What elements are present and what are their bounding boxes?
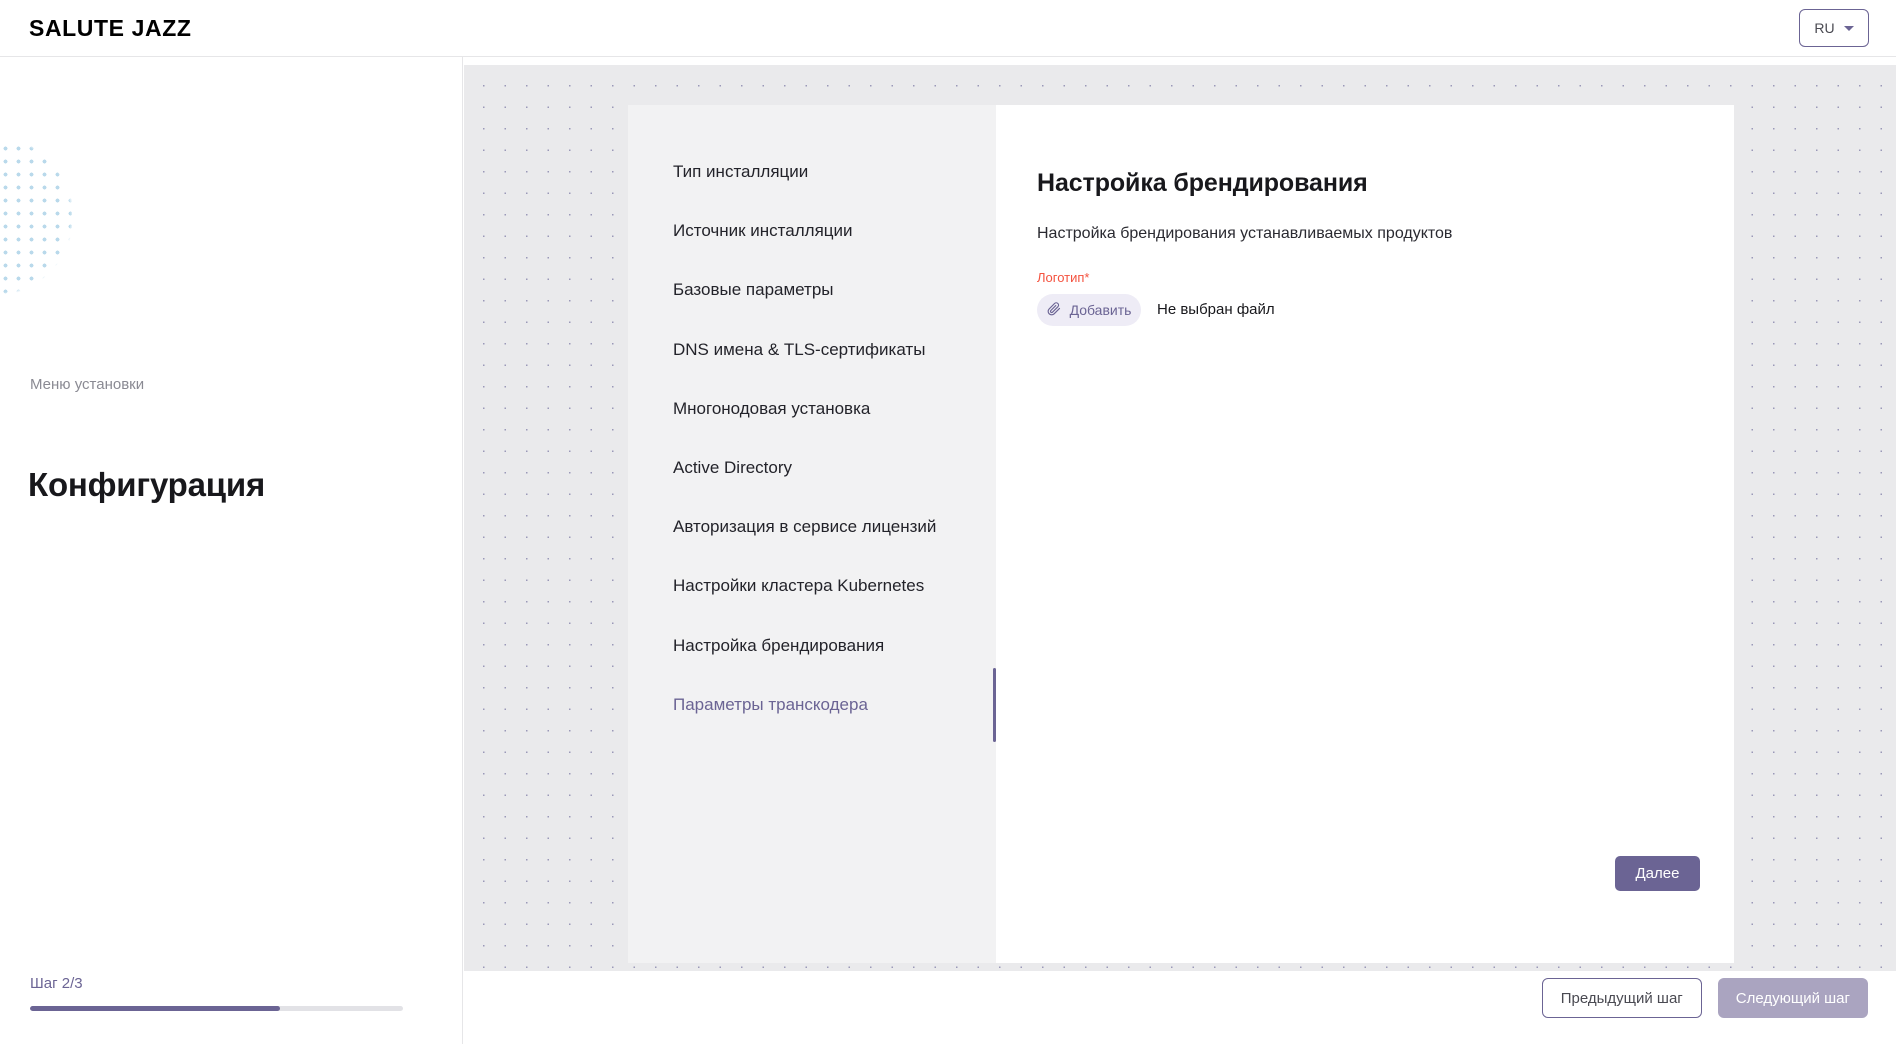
wizard-nav-item[interactable]: Авторизация в сервисе лицензий <box>673 516 983 538</box>
wizard-nav-item[interactable]: Active Directory <box>673 457 983 479</box>
wizard-nav-item[interactable]: Источник инсталляции <box>673 220 983 242</box>
dot-pattern-decoration <box>0 142 72 302</box>
wizard-nav-item[interactable]: Настройка брендирования <box>673 635 983 657</box>
app-root: SALUTE JAZZ RU Меню установки Конфигурац… <box>0 0 1896 1044</box>
logo-upload-row: Добавить Не выбран файл <box>1037 294 1275 326</box>
sidebar: Меню установки Конфигурация Шаг 2/3 <box>0 57 463 1044</box>
add-file-button[interactable]: Добавить <box>1037 294 1141 326</box>
next-button[interactable]: Далее <box>1615 856 1700 891</box>
wizard-nav-item[interactable]: Настройки кластера Kubernetes <box>673 575 983 597</box>
file-status-text: Не выбран файл <box>1157 301 1275 318</box>
add-file-button-label: Добавить <box>1069 302 1132 318</box>
previous-step-button[interactable]: Предыдущий шаг <box>1541 978 1702 1018</box>
page-title: Конфигурация <box>28 466 265 503</box>
footer-actions: Предыдущий шаг Следующий шаг <box>1541 978 1868 1018</box>
wizard-nav-item[interactable]: Многонодовая установка <box>673 398 983 420</box>
chevron-down-icon <box>1843 25 1854 31</box>
next-step-button[interactable]: Следующий шаг <box>1717 978 1868 1018</box>
sidebar-eyebrow: Меню установки <box>30 376 145 393</box>
progress-bar-track <box>30 1006 403 1011</box>
language-selector-value: RU <box>1814 20 1835 36</box>
wizard-nav-panel: Тип инсталляции Источник инсталляции Базов… <box>628 105 996 963</box>
brand-logo: SALUTE JAZZ <box>29 15 192 41</box>
content-card: Настройка брендирования Настройка бренди… <box>996 105 1734 963</box>
logo-field-label: Логотип* <box>1037 270 1090 285</box>
wizard-nav-item[interactable]: DNS имена & TLS-сертификаты <box>673 339 983 361</box>
wizard-nav-item[interactable]: Базовые параметры <box>673 279 983 301</box>
paperclip-icon <box>1047 301 1061 319</box>
wizard-nav-item[interactable]: Тип инсталляции <box>673 161 983 183</box>
language-selector[interactable]: RU <box>1799 9 1869 47</box>
progress-bar-fill <box>30 1006 280 1011</box>
wizard-nav-item[interactable]: Параметры транскодера <box>673 694 983 716</box>
step-progress: Шаг 2/3 <box>30 975 403 1011</box>
content-subtitle: Настройка брендирования устанавливаемых … <box>1037 225 1453 242</box>
step-label: Шаг 2/3 <box>30 975 83 992</box>
top-bar: SALUTE JAZZ RU <box>0 0 1896 57</box>
content-title: Настройка брендирования <box>1037 169 1368 197</box>
